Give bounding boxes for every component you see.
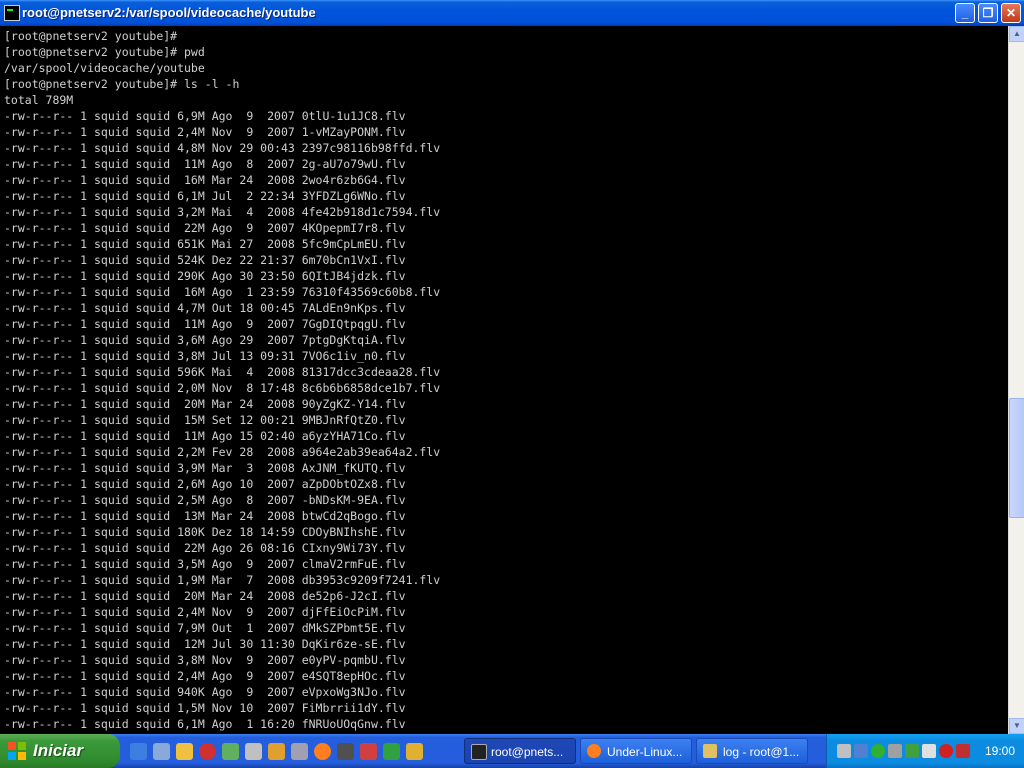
tray-display-icon[interactable] bbox=[854, 744, 868, 758]
terminal-line: -rw-r--r-- 1 squid squid 1,5M Nov 10 200… bbox=[4, 701, 406, 715]
terminal-output: [root@pnetserv2 youtube]# [root@pnetserv2… bbox=[0, 26, 1008, 732]
terminal-line: -rw-r--r-- 1 squid squid 290K Ago 30 23:… bbox=[4, 269, 406, 283]
task-putty[interactable]: root@pnets... bbox=[464, 738, 576, 764]
task-label: Under-Linux... bbox=[607, 745, 683, 759]
terminal-line: total 789M bbox=[4, 93, 74, 107]
terminal-line: -rw-r--r-- 1 squid squid 11M Ago 15 02:4… bbox=[4, 429, 406, 443]
notes-icon[interactable] bbox=[406, 743, 423, 760]
scroll-thumb[interactable] bbox=[1009, 398, 1024, 518]
terminal-line: -rw-r--r-- 1 squid squid 2,5M Ago 8 2007… bbox=[4, 493, 406, 507]
tray-network-icon[interactable] bbox=[837, 744, 851, 758]
terminal-line: -rw-r--r-- 1 squid squid 3,9M Mar 3 2008… bbox=[4, 461, 406, 475]
tray-notes-icon[interactable] bbox=[922, 744, 936, 758]
terminal-line: -rw-r--r-- 1 squid squid 524K Dez 22 21:… bbox=[4, 253, 406, 267]
tray-skype-icon[interactable] bbox=[871, 744, 885, 758]
putty-icon bbox=[471, 744, 487, 760]
scroll-up-icon[interactable]: ▲ bbox=[1009, 26, 1024, 42]
terminal-line: /var/spool/videocache/youtube bbox=[4, 61, 205, 75]
terminal-line: -rw-r--r-- 1 squid squid 3,8M Nov 9 2007… bbox=[4, 653, 406, 667]
title-bar[interactable]: root@pnetserv2:/var/spool/videocache/you… bbox=[0, 0, 1024, 26]
windows-flag-icon bbox=[8, 742, 26, 760]
terminal-line: -rw-r--r-- 1 squid squid 7,9M Out 1 2007… bbox=[4, 621, 406, 635]
terminal-line: -rw-r--r-- 1 squid squid 15M Set 12 00:2… bbox=[4, 413, 406, 427]
window-title: root@pnetserv2:/var/spool/videocache/you… bbox=[22, 5, 316, 20]
ie-icon[interactable] bbox=[130, 743, 147, 760]
scroll-down-icon[interactable]: ▼ bbox=[1009, 718, 1024, 734]
terminal-line: -rw-r--r-- 1 squid squid 16M Ago 1 23:59… bbox=[4, 285, 441, 299]
terminal-line: -rw-r--r-- 1 squid squid 4,7M Out 18 00:… bbox=[4, 301, 406, 315]
firefox-icon[interactable] bbox=[314, 743, 331, 760]
terminal-line: -rw-r--r-- 1 squid squid 3,5M Ago 9 2007… bbox=[4, 557, 406, 571]
terminal-line: -rw-r--r-- 1 squid squid 2,4M Nov 9 2007… bbox=[4, 125, 406, 139]
task-ftp-log[interactable]: log - root@1... bbox=[696, 738, 808, 764]
terminal-line: [root@pnetserv2 youtube]# bbox=[4, 29, 178, 43]
terminal-line: -rw-r--r-- 1 squid squid 20M Mar 24 2008… bbox=[4, 589, 406, 603]
terminal-line: -rw-r--r-- 1 squid squid 2,0M Nov 8 17:4… bbox=[4, 381, 441, 395]
media-player-icon[interactable] bbox=[199, 743, 216, 760]
terminal-line: -rw-r--r-- 1 squid squid 20M Mar 24 2008… bbox=[4, 397, 406, 411]
clock[interactable]: 19:00 bbox=[985, 744, 1015, 758]
minimize-button[interactable]: _ bbox=[955, 3, 975, 23]
start-button[interactable]: Iniciar bbox=[0, 734, 120, 768]
messenger-icon[interactable] bbox=[222, 743, 239, 760]
terminal-line: -rw-r--r-- 1 squid squid 940K Ago 9 2007… bbox=[4, 685, 406, 699]
terminal-line: -rw-r--r-- 1 squid squid 651K Mai 27 200… bbox=[4, 237, 406, 251]
show-desktop-icon[interactable] bbox=[153, 743, 170, 760]
terminal-line: -rw-r--r-- 1 squid squid 180K Dez 18 14:… bbox=[4, 525, 406, 539]
taskbar: Iniciar root@pnets... Under-Linux... log… bbox=[0, 734, 1024, 768]
firefox-icon bbox=[587, 744, 601, 758]
terminal-line: -rw-r--r-- 1 squid squid 11M Ago 9 2007 … bbox=[4, 317, 406, 331]
terminal-line: -rw-r--r-- 1 squid squid 16M Mar 24 2008… bbox=[4, 173, 406, 187]
terminal-line: -rw-r--r-- 1 squid squid 2,2M Fev 28 200… bbox=[4, 445, 441, 459]
putty-icon[interactable] bbox=[4, 5, 20, 21]
terminal-line: -rw-r--r-- 1 squid squid 22M Ago 26 08:1… bbox=[4, 541, 406, 555]
tool-icon[interactable] bbox=[268, 743, 285, 760]
terminal-line: -rw-r--r-- 1 squid squid 3,6M Ago 29 200… bbox=[4, 333, 406, 347]
terminal-line: -rw-r--r-- 1 squid squid 22M Ago 9 2007 … bbox=[4, 221, 406, 235]
folder-icon[interactable] bbox=[176, 743, 193, 760]
terminal-line: -rw-r--r-- 1 squid squid 6,1M Ago 1 16:2… bbox=[4, 717, 406, 731]
terminal-line: -rw-r--r-- 1 squid squid 3,2M Mai 4 2008… bbox=[4, 205, 441, 219]
terminal-line: -rw-r--r-- 1 squid squid 6,1M Jul 2 22:3… bbox=[4, 189, 406, 203]
terminal-line: -rw-r--r-- 1 squid squid 2,4M Ago 9 2007… bbox=[4, 669, 406, 683]
terminal-line: -rw-r--r-- 1 squid squid 1,9M Mar 7 2008… bbox=[4, 573, 441, 587]
document-icon[interactable] bbox=[291, 743, 308, 760]
terminal-window[interactable]: [root@pnetserv2 youtube]# [root@pnetserv2… bbox=[0, 26, 1008, 734]
terminal-line: -rw-r--r-- 1 squid squid 6,9M Ago 9 2007… bbox=[4, 109, 406, 123]
task-label: root@pnets... bbox=[491, 745, 564, 759]
settings-icon[interactable] bbox=[245, 743, 262, 760]
tray-app-icon[interactable] bbox=[956, 744, 970, 758]
task-firefox[interactable]: Under-Linux... bbox=[580, 738, 692, 764]
terminal-line: -rw-r--r-- 1 squid squid 596K Mai 4 2008… bbox=[4, 365, 441, 379]
terminal-line: -rw-r--r-- 1 squid squid 2,4M Nov 9 2007… bbox=[4, 605, 406, 619]
vertical-scrollbar[interactable]: ▲ ▼ bbox=[1008, 26, 1024, 734]
tray-alert-icon[interactable] bbox=[939, 744, 953, 758]
chart-icon[interactable] bbox=[383, 743, 400, 760]
ftp-icon bbox=[703, 744, 717, 758]
terminal-line: [root@pnetserv2 youtube]# pwd bbox=[4, 45, 205, 59]
terminal-line: [root@pnetserv2 youtube]# ls -l -h bbox=[4, 77, 240, 91]
start-label: Iniciar bbox=[33, 741, 84, 760]
terminal-line: -rw-r--r-- 1 squid squid 13M Mar 24 2008… bbox=[4, 509, 406, 523]
app-icon[interactable] bbox=[360, 743, 377, 760]
tray-messenger-icon[interactable] bbox=[905, 744, 919, 758]
network-icon[interactable] bbox=[337, 743, 354, 760]
terminal-line: -rw-r--r-- 1 squid squid 3,8M Jul 13 09:… bbox=[4, 349, 406, 363]
terminal-line: -rw-r--r-- 1 squid squid 12M Jul 30 11:3… bbox=[4, 637, 406, 651]
system-tray: 19:00 bbox=[826, 734, 1024, 768]
close-button[interactable]: ✕ bbox=[1001, 3, 1021, 23]
maximize-button[interactable]: ❐ bbox=[978, 3, 998, 23]
tray-security-icon[interactable] bbox=[888, 744, 902, 758]
quick-launch bbox=[130, 743, 423, 761]
task-label: log - root@1... bbox=[723, 745, 800, 759]
terminal-line: -rw-r--r-- 1 squid squid 11M Ago 8 2007 … bbox=[4, 157, 406, 171]
terminal-line: -rw-r--r-- 1 squid squid 2,6M Ago 10 200… bbox=[4, 477, 406, 491]
terminal-line: -rw-r--r-- 1 squid squid 4,8M Nov 29 00:… bbox=[4, 141, 441, 155]
